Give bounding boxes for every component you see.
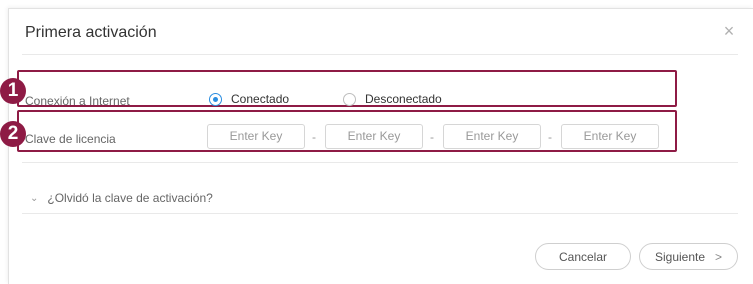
- chevron-right-icon: >: [715, 249, 723, 264]
- license-key-input-2[interactable]: Enter Key: [325, 124, 423, 149]
- footer-divider: [22, 213, 738, 214]
- license-key-input-1[interactable]: Enter Key: [207, 124, 305, 149]
- chevron-down-icon: ⌄: [30, 192, 39, 204]
- radio-unselected-icon: [343, 92, 356, 106]
- close-icon[interactable]: ×: [721, 22, 737, 40]
- header-divider: [22, 54, 738, 55]
- cancel-button-label: Cancelar: [558, 249, 608, 264]
- radio-connected[interactable]: Conectado: [209, 92, 289, 106]
- key-separator: -: [430, 130, 434, 144]
- internet-connection-label: Conexión a Internet: [25, 94, 130, 108]
- forgot-key-toggle[interactable]: ⌄ ¿Olvidó la clave de activación?: [30, 191, 213, 205]
- license-key-input-3[interactable]: Enter Key: [443, 124, 541, 149]
- next-button[interactable]: Siguiente >: [639, 243, 738, 270]
- license-key-input-4[interactable]: Enter Key: [561, 124, 659, 149]
- radio-connected-label: Conectado: [231, 92, 290, 106]
- next-button-label: Siguiente: [654, 249, 706, 264]
- radio-selected-icon: [209, 92, 222, 106]
- key-separator: -: [312, 130, 316, 144]
- radio-disconnected-label: Desconectado: [365, 92, 442, 106]
- step-marker-2: 2: [0, 121, 26, 147]
- step-marker-1: 1: [0, 78, 26, 104]
- dialog-title: Primera activación: [25, 24, 157, 41]
- forgot-key-label: ¿Olvidó la clave de activación?: [47, 191, 213, 205]
- key-separator: -: [548, 130, 552, 144]
- radio-disconnected[interactable]: Desconectado: [343, 92, 442, 106]
- license-key-label: Clave de licencia: [25, 132, 116, 146]
- cancel-button[interactable]: Cancelar: [535, 243, 631, 270]
- section-divider: [22, 162, 738, 163]
